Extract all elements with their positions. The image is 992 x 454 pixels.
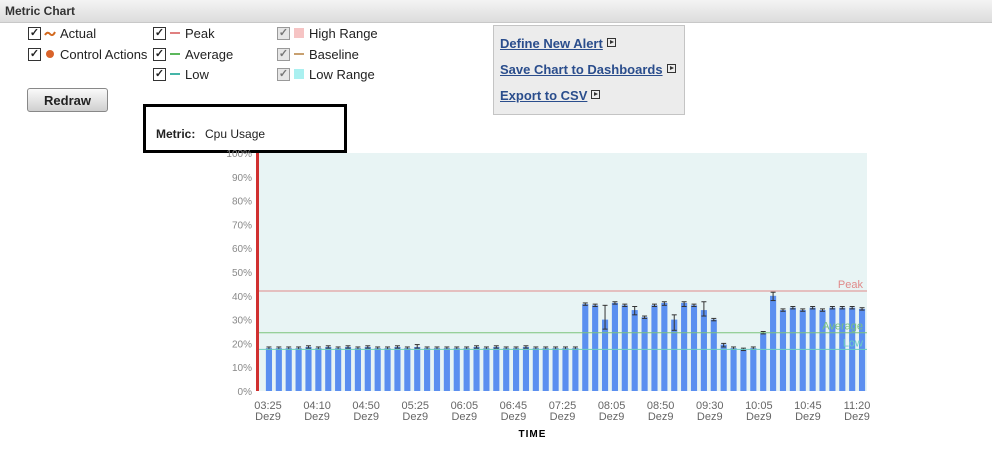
bar	[275, 348, 282, 391]
bar	[641, 317, 648, 391]
y-tick-label: 70%	[232, 220, 252, 231]
bar	[770, 295, 777, 391]
bar	[740, 349, 747, 391]
bar	[493, 346, 500, 391]
bar	[651, 305, 658, 391]
x-tick-date: Dez9	[599, 411, 625, 423]
bar	[542, 348, 549, 391]
bar	[720, 344, 727, 391]
bar	[601, 319, 609, 391]
bar	[532, 348, 539, 391]
x-tick-date: Dez9	[255, 411, 281, 423]
bar	[414, 346, 421, 391]
bar	[592, 305, 599, 391]
x-tick-date: Dez9	[795, 411, 821, 423]
bar	[661, 302, 668, 391]
x-tick-date: Dez9	[304, 411, 330, 423]
x-tick-date: Dez9	[648, 411, 674, 423]
bar	[522, 346, 530, 391]
y-tick-label: 0%	[238, 387, 253, 398]
bar	[710, 319, 717, 391]
bar	[562, 348, 569, 391]
x-tick-date: Dez9	[402, 411, 428, 423]
bar	[503, 348, 510, 391]
bar	[354, 348, 361, 391]
bar	[621, 305, 628, 391]
bar	[344, 346, 352, 391]
bar	[513, 348, 520, 391]
bar	[631, 310, 638, 391]
bar	[453, 348, 460, 391]
x-tick-date: Dez9	[844, 411, 870, 423]
y-tick-label: 50%	[232, 268, 252, 279]
bar	[285, 348, 292, 391]
bar	[700, 310, 707, 391]
bar	[325, 346, 332, 391]
bar	[364, 346, 371, 391]
x-tick-date: Dez9	[451, 411, 477, 423]
bar	[483, 348, 490, 391]
bar	[384, 348, 391, 391]
control-action-marker	[256, 153, 259, 391]
bar	[730, 348, 737, 391]
y-tick-label: 10%	[232, 363, 252, 374]
bar	[779, 310, 787, 391]
y-tick-label: 30%	[232, 316, 252, 327]
y-tick-label: 100%	[226, 149, 252, 160]
reference-line-label: Average	[822, 321, 863, 333]
x-tick-date: Dez9	[501, 411, 527, 423]
x-tick-date: Dez9	[353, 411, 379, 423]
bar	[394, 346, 401, 391]
bar	[473, 346, 480, 391]
x-tick-date: Dez9	[697, 411, 723, 423]
reference-line-label: Peak	[838, 279, 864, 291]
x-tick-date: Dez9	[746, 411, 772, 423]
bar	[404, 348, 411, 391]
y-tick-label: 40%	[232, 292, 252, 303]
bar	[374, 348, 381, 391]
bar	[433, 348, 441, 391]
bar	[750, 348, 757, 391]
bar	[315, 348, 322, 391]
y-tick-label: 90%	[232, 173, 252, 184]
bar	[443, 348, 450, 391]
bar	[681, 302, 688, 391]
bar	[582, 304, 589, 391]
bar	[295, 348, 302, 391]
bar	[799, 310, 806, 391]
y-tick-label: 20%	[232, 339, 252, 350]
bar	[305, 346, 312, 391]
cpu-usage-chart: 0% 10% 20% 30% 40% 50% 60% 70% 80% 90% 100% Peak Ave…	[226, 149, 870, 440]
x-tick-date: Dez9	[550, 411, 576, 423]
bar	[760, 332, 767, 391]
bar	[335, 348, 342, 391]
bar	[611, 302, 618, 391]
bar	[424, 348, 431, 391]
y-tick-label: 60%	[232, 244, 252, 255]
bar	[463, 348, 470, 391]
bar	[572, 348, 579, 391]
x-axis-label: TIME	[519, 429, 547, 440]
y-tick-label: 80%	[232, 197, 252, 208]
bar	[690, 305, 698, 391]
bar	[265, 348, 273, 391]
bar	[552, 348, 559, 391]
reference-line-label: Low	[843, 337, 863, 349]
